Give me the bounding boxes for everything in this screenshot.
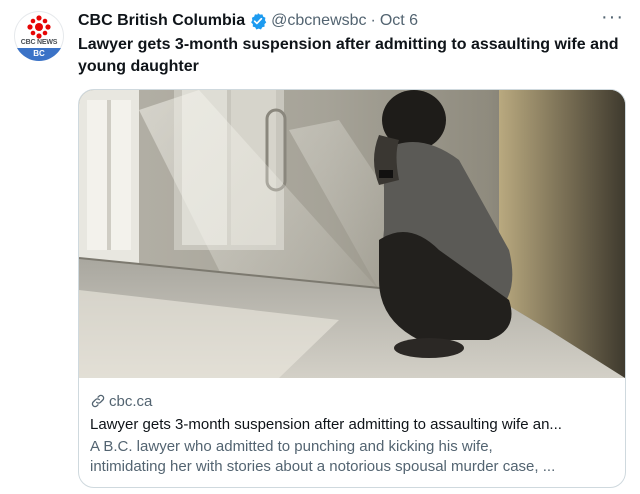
- avatar[interactable]: CBC NEWS BC: [14, 11, 64, 61]
- card-photo: [79, 90, 625, 378]
- cbc-gem-logo-icon: [27, 15, 51, 39]
- card-domain: cbc.ca: [109, 392, 153, 410]
- link-preview-card[interactable]: cbc.ca Lawyer gets 3-month suspension af…: [78, 89, 626, 488]
- card-body: cbc.ca Lawyer gets 3-month suspension af…: [90, 391, 615, 477]
- tweet-header: CBC British Columbia @cbcnewsbc · Oct 6: [78, 10, 620, 32]
- handle[interactable]: @cbcnewsbc: [271, 12, 366, 30]
- display-name[interactable]: CBC British Columbia: [78, 12, 245, 30]
- card-description: A B.C. lawyer who admitted to punching a…: [90, 437, 615, 477]
- link-icon: [90, 393, 106, 409]
- more-options-icon[interactable]: ···: [601, 6, 624, 29]
- separator-dot: ·: [370, 12, 376, 29]
- avatar-wordmark: CBC NEWS: [20, 39, 58, 46]
- tweet-text: Lawyer gets 3-month suspension after adm…: [78, 36, 619, 75]
- tweet-date[interactable]: Oct 6: [380, 12, 418, 30]
- card-title: Lawyer gets 3-month suspension after adm…: [90, 416, 562, 433]
- card-description-line-1: A B.C. lawyer who admitted to punching a…: [90, 438, 493, 455]
- card-image[interactable]: [79, 90, 625, 378]
- card-description-line-2: intimidating her with stories about a no…: [90, 458, 556, 475]
- card-domain-row: cbc.ca: [90, 391, 615, 411]
- verified-badge-icon: [249, 12, 267, 30]
- avatar-region-badge: BC: [14, 48, 64, 61]
